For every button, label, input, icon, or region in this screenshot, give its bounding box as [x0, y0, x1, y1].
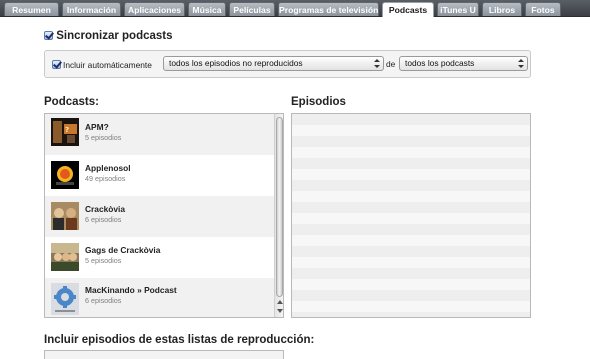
sync-podcasts-toggle[interactable]: Sincronizar podcasts: [44, 30, 173, 42]
tab-podcasts[interactable]: Podcasts: [382, 2, 434, 17]
episodes-heading: Episodios: [291, 96, 346, 108]
podcast-title: MacKinando » Podcast: [85, 285, 177, 295]
podcast-title: Gags de Crackòvia: [85, 245, 161, 255]
podcasts-filter-value: todos los podcasts: [405, 58, 475, 68]
select-arrows-icon: [518, 58, 524, 69]
podcast-title: Applenosol: [85, 163, 131, 173]
podcasts-scrollbar[interactable]: [274, 114, 283, 317]
tab-programas-tv[interactable]: Programas de televisión: [278, 2, 379, 16]
tab-itunes-u[interactable]: iTunes U: [437, 2, 479, 16]
list-item[interactable]: Gags de Crackòvia 5 episodios: [45, 237, 274, 278]
podcast-episode-count: 5 episodios: [85, 133, 122, 142]
playlists-list[interactable]: [44, 350, 284, 359]
podcasts-list[interactable]: ? APM? 5 episodios Applenosol 49 episodi…: [44, 113, 284, 318]
podcast-episode-count: 5 episodios: [85, 256, 122, 265]
list-item[interactable]: Crackòvia 6 episodios: [45, 196, 274, 237]
podcast-episode-count: 6 episodios: [85, 215, 122, 224]
svg-text:?: ?: [65, 126, 69, 134]
tab-bar: Resumen Información Aplicaciones Música …: [0, 0, 590, 17]
podcasts-heading: Podcasts:: [44, 96, 99, 108]
episodes-filter-value: todos los episodios no reproducidos: [169, 58, 303, 68]
applenosol-artwork-icon: [51, 161, 79, 189]
tab-resumen[interactable]: Resumen: [4, 2, 59, 16]
select-arrows-icon: [374, 58, 380, 69]
tab-musica[interactable]: Música: [188, 2, 226, 16]
tab-fotos[interactable]: Fotos: [525, 2, 561, 16]
list-item[interactable]: Applenosol 49 episodios: [45, 155, 274, 196]
podcasts-filter-select[interactable]: todos los podcasts: [399, 56, 528, 71]
sync-podcasts-checkbox[interactable]: [44, 31, 53, 40]
auto-include-checkbox[interactable]: [52, 60, 61, 69]
list-item[interactable]: ? APM? 5 episodios: [45, 114, 274, 155]
podcast-title: APM?: [85, 122, 109, 132]
podcast-episode-count: 6 episodios: [85, 296, 122, 305]
tab-peliculas[interactable]: Películas: [229, 2, 275, 16]
scrollbar-thumb[interactable]: [276, 117, 283, 297]
tab-aplicaciones[interactable]: Aplicaciones: [124, 2, 185, 16]
de-label: de: [386, 59, 396, 69]
scroll-down-arrow-icon[interactable]: [276, 308, 283, 315]
crackovia-artwork-icon: [51, 202, 79, 230]
mackinando-artwork-icon: [51, 283, 79, 315]
apm-artwork-icon: ?: [51, 118, 79, 146]
tab-informacion[interactable]: Información: [62, 2, 121, 16]
scroll-up-arrow-icon[interactable]: [276, 299, 283, 306]
gags-crackovia-artwork-icon: [51, 243, 79, 271]
podcast-title: Crackòvia: [85, 204, 126, 214]
auto-include-label: Incluir automáticamente: [63, 60, 152, 70]
tab-libros[interactable]: Libros: [482, 2, 522, 16]
auto-include-box: Incluir automáticamente todos los episod…: [44, 50, 531, 78]
episodes-filter-select[interactable]: todos los episodios no reproducidos: [163, 56, 384, 71]
podcast-episode-count: 49 episodios: [85, 174, 126, 183]
sync-podcasts-label: Sincronizar podcasts: [56, 30, 173, 42]
list-item[interactable]: MacKinando » Podcast 6 episodios: [45, 278, 274, 317]
episodes-list[interactable]: [291, 113, 531, 318]
playlists-heading: Incluir episodios de estas listas de rep…: [44, 334, 315, 346]
